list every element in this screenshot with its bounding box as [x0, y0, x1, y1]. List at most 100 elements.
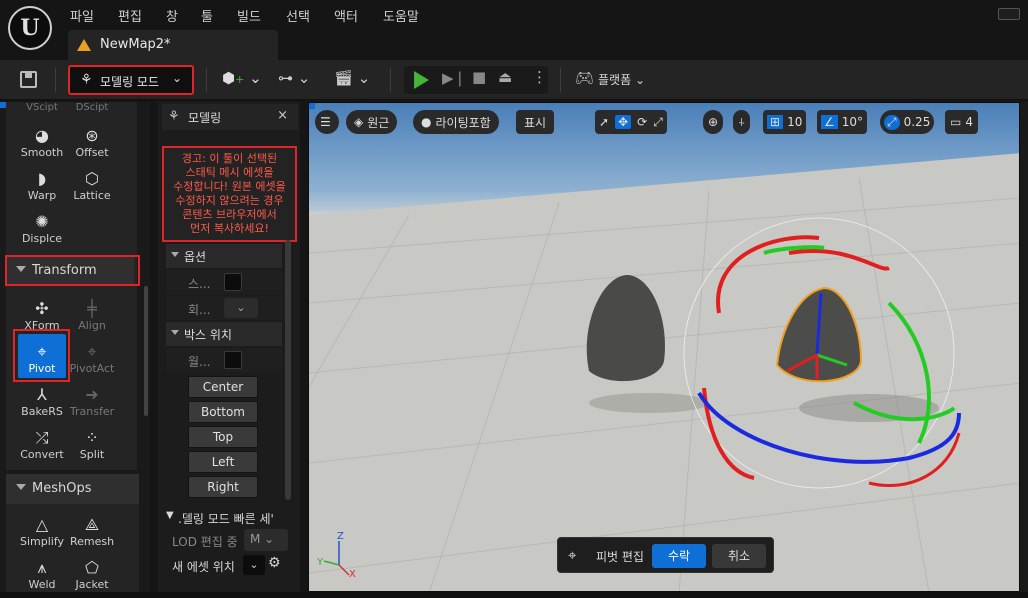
toolbar-divider: [55, 68, 56, 92]
camera-icon: ▭: [950, 115, 962, 129]
save-icon[interactable]: [20, 71, 37, 88]
tool-transfer[interactable]: ➜ Transfer: [62, 385, 122, 418]
options-section-header[interactable]: 옵션: [166, 244, 282, 268]
scale-snap-control[interactable]: ⤢ 0.25: [880, 110, 935, 134]
tool-pivot-actor[interactable]: ⌖ PivotAct: [62, 342, 122, 375]
stop-icon[interactable]: ■: [472, 68, 486, 86]
details-scrollbar[interactable]: [285, 240, 291, 500]
transform-tool-group: ➚ ✥ ⟳ ⤢: [595, 110, 667, 134]
jacket-icon: ⬠: [85, 558, 99, 577]
center-button[interactable]: Center: [188, 376, 258, 398]
box-world-label: 월...: [188, 355, 211, 369]
quick-settings-header[interactable]: .델링 모드 빠른 세': [178, 510, 274, 527]
tool-split[interactable]: ⁘ Split: [62, 428, 122, 461]
globe-icon: ⊕: [708, 115, 719, 129]
window-control-button[interactable]: [998, 8, 1020, 20]
collapse-arrow-icon: [171, 330, 179, 335]
show-button[interactable]: 표시: [516, 110, 555, 134]
platform-label: 플랫폼: [598, 73, 632, 87]
modeling-mode-icon: ⚘: [80, 72, 93, 88]
camera-speed-value: 4: [965, 115, 973, 129]
add-actor-icon[interactable]: ⬢+ ⌄: [222, 69, 262, 87]
menu-help[interactable]: 도움말: [383, 6, 419, 25]
modeling-mode-button[interactable]: ⚘ 모델링 모드 ⌄: [68, 65, 194, 95]
chevron-down-icon: ⌄: [171, 71, 182, 85]
transfer-icon: ➜: [85, 385, 99, 404]
box-world-checkbox[interactable]: [224, 351, 242, 369]
floor-plane: [309, 153, 1019, 591]
lod-dropdown[interactable]: M ⌄: [244, 529, 288, 551]
accept-button[interactable]: 수락: [652, 544, 706, 568]
lod-value: M: [250, 532, 261, 546]
collapse-arrow-icon: [171, 252, 179, 257]
cinematics-icon[interactable]: 🎬︎ ⌄: [334, 69, 370, 87]
scale-snap-value: 0.25: [903, 115, 931, 129]
toolbar-divider: [560, 68, 561, 92]
viewport-menu-button[interactable]: ☰: [315, 110, 339, 134]
surface-snap-toggle[interactable]: ⍭: [733, 110, 751, 134]
eject-icon[interactable]: ⏏: [498, 68, 512, 86]
collapse-arrow-icon[interactable]: ▼: [166, 510, 174, 521]
rotation-snap-icon: ∠: [821, 115, 838, 129]
left-button[interactable]: Left: [188, 451, 258, 473]
toolbar-divider: [206, 68, 207, 92]
right-button[interactable]: Right: [188, 476, 258, 498]
level-viewport[interactable]: Z Y X ☰ ◈ 원근 ● 라이팅포함 표시 ➚ ✥ ⟳ ⤢ ⊕ ⍭ ⊞ 10 ∠ 1…: [308, 102, 1020, 592]
select-cursor-icon[interactable]: ➚: [599, 115, 609, 129]
tool-remesh[interactable]: ⟁ Remesh: [62, 515, 122, 548]
translate-icon[interactable]: ✥: [615, 115, 632, 129]
blueprint-icon[interactable]: ⊶ ⌄: [278, 69, 310, 87]
axis-label-z: Z: [337, 531, 344, 542]
skip-frame-icon[interactable]: ▶❘: [442, 69, 466, 87]
cube-icon: ◈: [354, 115, 364, 129]
menu-edit[interactable]: 편집: [118, 6, 142, 25]
cancel-button[interactable]: 취소: [712, 544, 766, 568]
menu-select[interactable]: 선택: [286, 6, 310, 25]
menu-tools[interactable]: 툴: [201, 6, 213, 25]
palette-corner-marker: [0, 102, 6, 108]
level-tab[interactable]: NewMap2*: [68, 30, 278, 60]
show-label: 표시: [524, 115, 547, 130]
pivot-actor-icon: ⌖: [87, 342, 97, 361]
tool-displace[interactable]: ✺ Displce: [12, 212, 72, 245]
rotation-snap-value: 10°: [841, 115, 864, 129]
tool-align[interactable]: ╪ Align: [62, 299, 122, 332]
perspective-button[interactable]: ◈ 원근: [346, 110, 398, 134]
close-icon[interactable]: ×: [277, 108, 288, 123]
rotate-icon[interactable]: ⟳: [637, 115, 647, 129]
play-icon[interactable]: [414, 71, 429, 89]
menu-build[interactable]: 빌드: [237, 6, 261, 25]
menu-window[interactable]: 창: [166, 6, 178, 25]
grid-snap-control[interactable]: ⊞ 10: [763, 110, 807, 134]
world-local-toggle[interactable]: ⊕: [703, 110, 724, 134]
tool-lattice[interactable]: ⬡ Lattice: [62, 169, 122, 202]
right-panel-edge: [1020, 102, 1028, 592]
palette-scrollbar[interactable]: [144, 286, 148, 416]
modeling-mode-label: 모델링 모드: [100, 75, 160, 89]
details-panel-title: 모델링: [188, 111, 222, 125]
gear-icon[interactable]: ⚙: [268, 555, 281, 571]
option-row-2-dropdown[interactable]: ⌄: [224, 298, 258, 318]
box-position-section-header[interactable]: 박스 위치: [166, 322, 282, 346]
scale-icon[interactable]: ⤢: [653, 115, 663, 130]
menu-file[interactable]: 파일: [70, 6, 94, 25]
lighting-label: 라이팅포함: [435, 115, 491, 130]
camera-speed-control[interactable]: ▭ 4: [945, 110, 978, 134]
lighting-button[interactable]: ● 라이팅포함: [413, 110, 499, 134]
top-button[interactable]: Top: [188, 426, 258, 448]
tool-dscript[interactable]: DScipt: [62, 102, 122, 113]
more-options-icon[interactable]: ⋮: [532, 68, 547, 86]
asset-location-dropdown[interactable]: ⌄: [243, 555, 265, 575]
platform-button[interactable]: 플랫폼 ⌄: [598, 71, 645, 88]
rotation-snap-control[interactable]: ∠ 10°: [817, 110, 868, 134]
unreal-logo-icon[interactable]: U: [8, 6, 52, 50]
meshops-section-header[interactable]: MeshOps: [6, 474, 139, 504]
bottom-button[interactable]: Bottom: [188, 401, 258, 423]
scale-snap-icon: ⤢: [884, 114, 900, 130]
option-row-1-checkbox[interactable]: [224, 273, 242, 291]
offset-icon: ⊛: [85, 126, 99, 145]
menu-actor[interactable]: 액터: [334, 6, 358, 25]
tool-jacket[interactable]: ⬠ Jacket: [62, 558, 122, 591]
tool-offset[interactable]: ⊛ Offset: [62, 126, 122, 159]
viewport-scene[interactable]: Z Y X: [309, 103, 1020, 592]
